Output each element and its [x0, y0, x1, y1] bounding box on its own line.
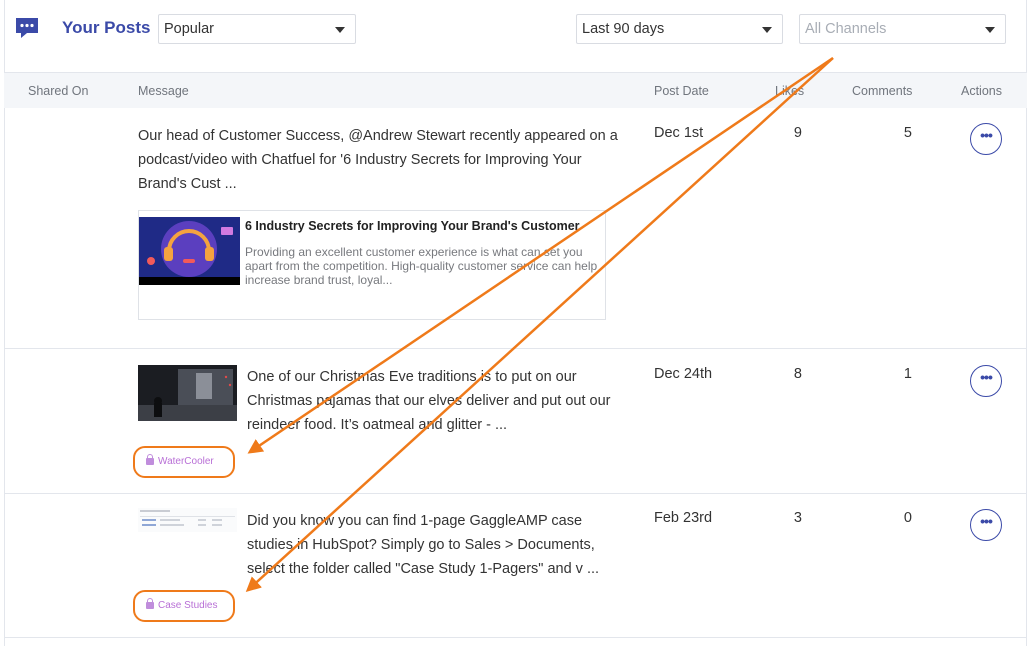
annotation-highlight-watercooler [133, 446, 235, 478]
document-screenshot [138, 508, 237, 532]
posts-header: Your Posts Popular Last 90 days All Chan… [0, 0, 1031, 72]
comments-count: 5 [903, 125, 912, 141]
link-preview-title: 6 Industry Secrets for Improving Your Br… [245, 219, 580, 233]
annotation-highlight-case-studies [133, 590, 235, 622]
headset-illustration [139, 211, 240, 285]
sort-select[interactable]: Popular [158, 14, 356, 44]
post-date: Feb 23rd [654, 510, 713, 526]
table-row: Our head of Customer Success, @Andrew St… [4, 108, 1027, 349]
comments-count: 1 [903, 366, 912, 382]
post-image [138, 508, 237, 532]
post-date: Dec 24th [654, 366, 713, 382]
date-range-value: Last 90 days [582, 21, 665, 37]
link-preview-image [139, 211, 240, 285]
post-message: Our head of Customer Success, @Andrew St… [138, 128, 618, 192]
table-header: Shared On Message Post Date Likes Commen… [4, 72, 1027, 108]
post-message: Did you know you can find 1-page GaggleA… [247, 513, 600, 577]
page-title: Your Posts [62, 18, 151, 37]
column-post-date[interactable]: Post Date [654, 84, 709, 98]
column-comments[interactable]: Comments [852, 84, 912, 98]
sort-select-value: Popular [164, 21, 214, 37]
chevron-down-icon [762, 27, 772, 33]
chat-bubble-icon [16, 18, 38, 38]
date-range-select[interactable]: Last 90 days [576, 14, 783, 44]
column-message[interactable]: Message [138, 84, 189, 98]
link-preview-description: Providing an excellent customer experien… [245, 245, 598, 287]
link-preview-card[interactable]: 6 Industry Secrets for Improving Your Br… [138, 210, 606, 320]
more-options-icon[interactable]: ••• [970, 365, 1002, 397]
channels-select-placeholder: All Channels [805, 21, 887, 37]
more-options-icon[interactable]: ••• [970, 509, 1002, 541]
post-date: Dec 1st [654, 125, 704, 141]
channels-select[interactable]: All Channels [799, 14, 1006, 44]
column-likes[interactable]: Likes [775, 84, 804, 98]
post-image [138, 365, 237, 421]
post-message: One of our Christmas Eve traditions is t… [247, 369, 611, 433]
column-actions: Actions [961, 84, 1002, 98]
column-shared-on[interactable]: Shared On [28, 84, 88, 98]
night-photo [138, 365, 237, 421]
chevron-down-icon [335, 27, 345, 33]
likes-count: 3 [793, 510, 802, 526]
likes-count: 9 [793, 125, 802, 141]
comments-count: 0 [903, 510, 912, 526]
likes-count: 8 [793, 366, 802, 382]
chevron-down-icon [985, 27, 995, 33]
more-options-icon[interactable]: ••• [970, 123, 1002, 155]
